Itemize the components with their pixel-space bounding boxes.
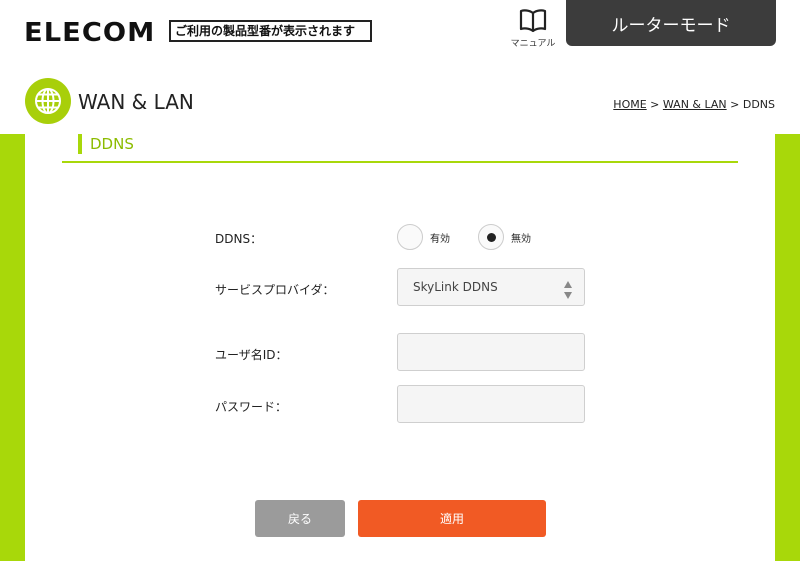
router-mode-button[interactable]: ルーターモード bbox=[566, 0, 776, 46]
breadcrumb-separator: > bbox=[646, 98, 663, 111]
section-marker bbox=[78, 134, 82, 154]
provider-select[interactable]: SkyLink DDNS bbox=[397, 268, 585, 306]
ddns-enable-radio[interactable]: 有効 bbox=[397, 224, 450, 250]
breadcrumb-current: DDNS bbox=[742, 98, 775, 111]
apply-button[interactable]: 適用 bbox=[358, 500, 546, 537]
password-input[interactable] bbox=[397, 385, 585, 423]
ddns-disable-label: 無効 bbox=[511, 233, 531, 245]
radio-button-disable[interactable] bbox=[478, 224, 504, 250]
breadcrumb: HOME > WAN & LAN > DDNS bbox=[613, 98, 775, 111]
model-notice: ご利用の製品型番が表示されます bbox=[169, 20, 372, 42]
elecom-logo: ELECOM bbox=[24, 18, 156, 48]
left-accent-bar bbox=[0, 134, 25, 561]
book-icon bbox=[506, 8, 560, 34]
password-label: パスワード： bbox=[215, 400, 288, 414]
right-accent-bar bbox=[775, 134, 800, 561]
manual-label: マニュアル bbox=[510, 39, 556, 49]
breadcrumb-home-link[interactable]: HOME bbox=[613, 98, 646, 111]
section-header: DDNS bbox=[62, 130, 738, 163]
updown-arrows-icon bbox=[563, 278, 573, 299]
ddns-enable-label: 有効 bbox=[430, 233, 450, 245]
manual-link[interactable]: マニュアル bbox=[506, 8, 560, 49]
ddns-label: DDNS： bbox=[215, 232, 263, 246]
radio-button-enable[interactable] bbox=[397, 224, 423, 250]
section-title: DDNS bbox=[90, 135, 134, 153]
globe-icon bbox=[25, 78, 71, 124]
page-title: WAN & LAN bbox=[78, 90, 194, 114]
provider-label: サービスプロバイダ： bbox=[215, 283, 335, 297]
breadcrumb-section-link[interactable]: WAN & LAN bbox=[663, 98, 727, 111]
ddns-disable-radio[interactable]: 無効 bbox=[478, 224, 531, 250]
provider-select-value: SkyLink DDNS bbox=[413, 280, 498, 294]
breadcrumb-separator: > bbox=[726, 98, 743, 111]
user-id-label: ユーザ名ID： bbox=[215, 348, 288, 362]
user-id-input[interactable] bbox=[397, 333, 585, 371]
back-button[interactable]: 戻る bbox=[255, 500, 345, 537]
